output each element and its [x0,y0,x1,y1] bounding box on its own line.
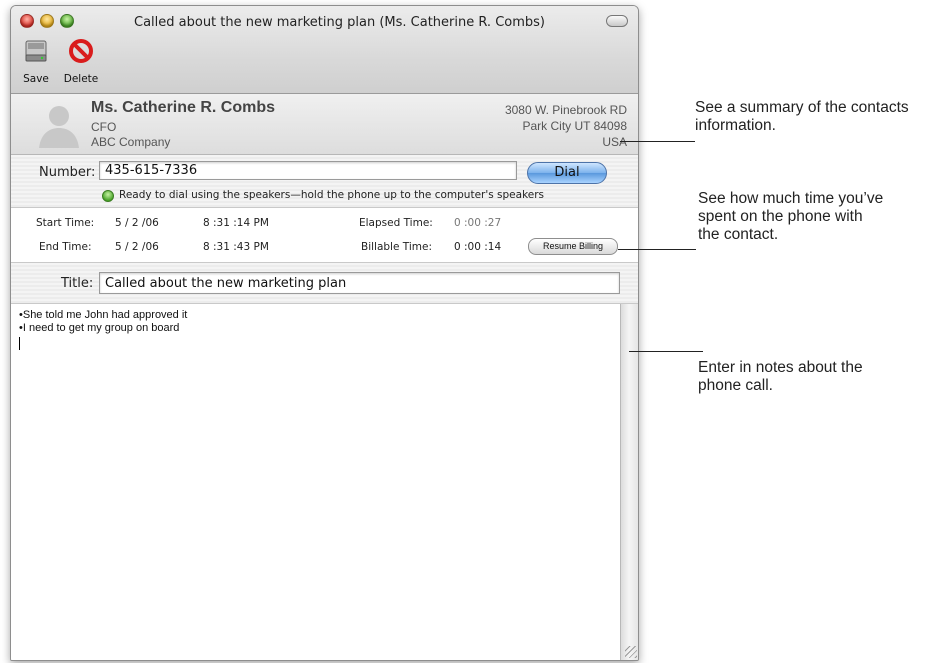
notes-callout-line-1: Enter in notes about the [698,359,863,376]
end-time-value[interactable]: 8 :31 :43 PM [203,241,269,253]
call-title-row: Title: Called about the new marketing pl… [11,263,638,304]
text-cursor [19,337,20,350]
elapsed-time-label: Elapsed Time: [359,217,433,229]
close-window-button[interactable] [20,14,34,28]
time-callout-line-2: spent on the phone with [698,208,863,225]
zoom-window-button[interactable] [60,14,74,28]
start-date-value[interactable]: 5 / 2 /06 [115,217,159,229]
notes-scrollbar[interactable] [620,304,638,660]
summary-callout: See a summary of the contacts informatio… [695,99,909,135]
delete-button-label: Delete [63,73,99,85]
title-label: Title: [61,276,94,291]
summary-callout-line [620,141,695,142]
status-indicator-icon [102,190,114,202]
delete-button[interactable]: Delete [59,36,103,86]
call-timing-panel: Start Time: 5 / 2 /06 8 :31 :14 PM End T… [11,208,638,263]
note-line: •She told me John had approved it [19,309,188,321]
call-title-field[interactable]: Called about the new marketing plan [99,272,620,294]
address-line-2: Park City UT 84098 [522,119,628,133]
address-country: USA [602,135,627,149]
time-callout-line-3: the contact. [698,226,779,243]
person-silhouette-icon [39,106,79,148]
resume-billing-button[interactable]: Resume Billing [528,238,618,255]
start-time-label: Start Time: [36,217,95,229]
address-line-1: 3080 W. Pinebrook RD [504,103,627,117]
call-window: Called about the new marketing plan (Ms.… [10,5,639,661]
title-toolbar-area: Called about the new marketing plan (Ms.… [11,6,638,94]
summary-callout-line-1: See a summary of the contacts [695,99,909,116]
disk-drive-icon [25,40,47,62]
no-symbol-icon [69,39,93,63]
notes-callout: Enter in notes about the phone call. [698,359,863,395]
phone-number-row: Number: 435-615-7336 Dial Ready to dial … [11,155,638,208]
phone-number-field[interactable]: 435-615-7336 [99,161,517,180]
billable-time-label: Billable Time: [361,241,433,253]
contact-job-title: CFO [91,120,117,134]
notes-callout-line [629,351,703,352]
time-callout: See how much time you’ve spent on the ph… [698,190,883,244]
note-line: •I need to get my group on board [19,322,180,334]
time-callout-line-1: See how much time you’ve [698,190,884,207]
notes-text-area[interactable]: •She told me John had approved it •I nee… [11,304,620,660]
toolbar-toggle-button[interactable] [606,15,628,27]
end-date-value[interactable]: 5 / 2 /06 [115,241,159,253]
dial-status-text: Ready to dial using the speakers—hold th… [119,189,545,201]
contact-name: Ms. Catherine R. Combs [91,99,276,116]
notes-callout-line-2: phone call. [698,377,773,394]
save-button[interactable]: Save [14,36,58,86]
contact-summary: Ms. Catherine R. Combs CFO ABC Company 3… [11,94,638,155]
minimize-window-button[interactable] [40,14,54,28]
save-button-label: Save [23,73,49,85]
billable-time-value: 0 :00 :14 [454,241,502,253]
time-callout-line [618,249,696,250]
contact-company: ABC Company [91,135,171,149]
window-title: Called about the new marketing plan (Ms.… [134,15,545,30]
start-time-value[interactable]: 8 :31 :14 PM [203,217,269,229]
dial-button[interactable]: Dial [527,162,607,184]
number-label: Number: [39,165,96,180]
end-time-label: End Time: [39,241,92,253]
resize-grip-icon[interactable] [625,646,637,658]
elapsed-time-value: 0 :00 :27 [454,217,502,229]
summary-callout-line-2: information. [695,117,776,134]
